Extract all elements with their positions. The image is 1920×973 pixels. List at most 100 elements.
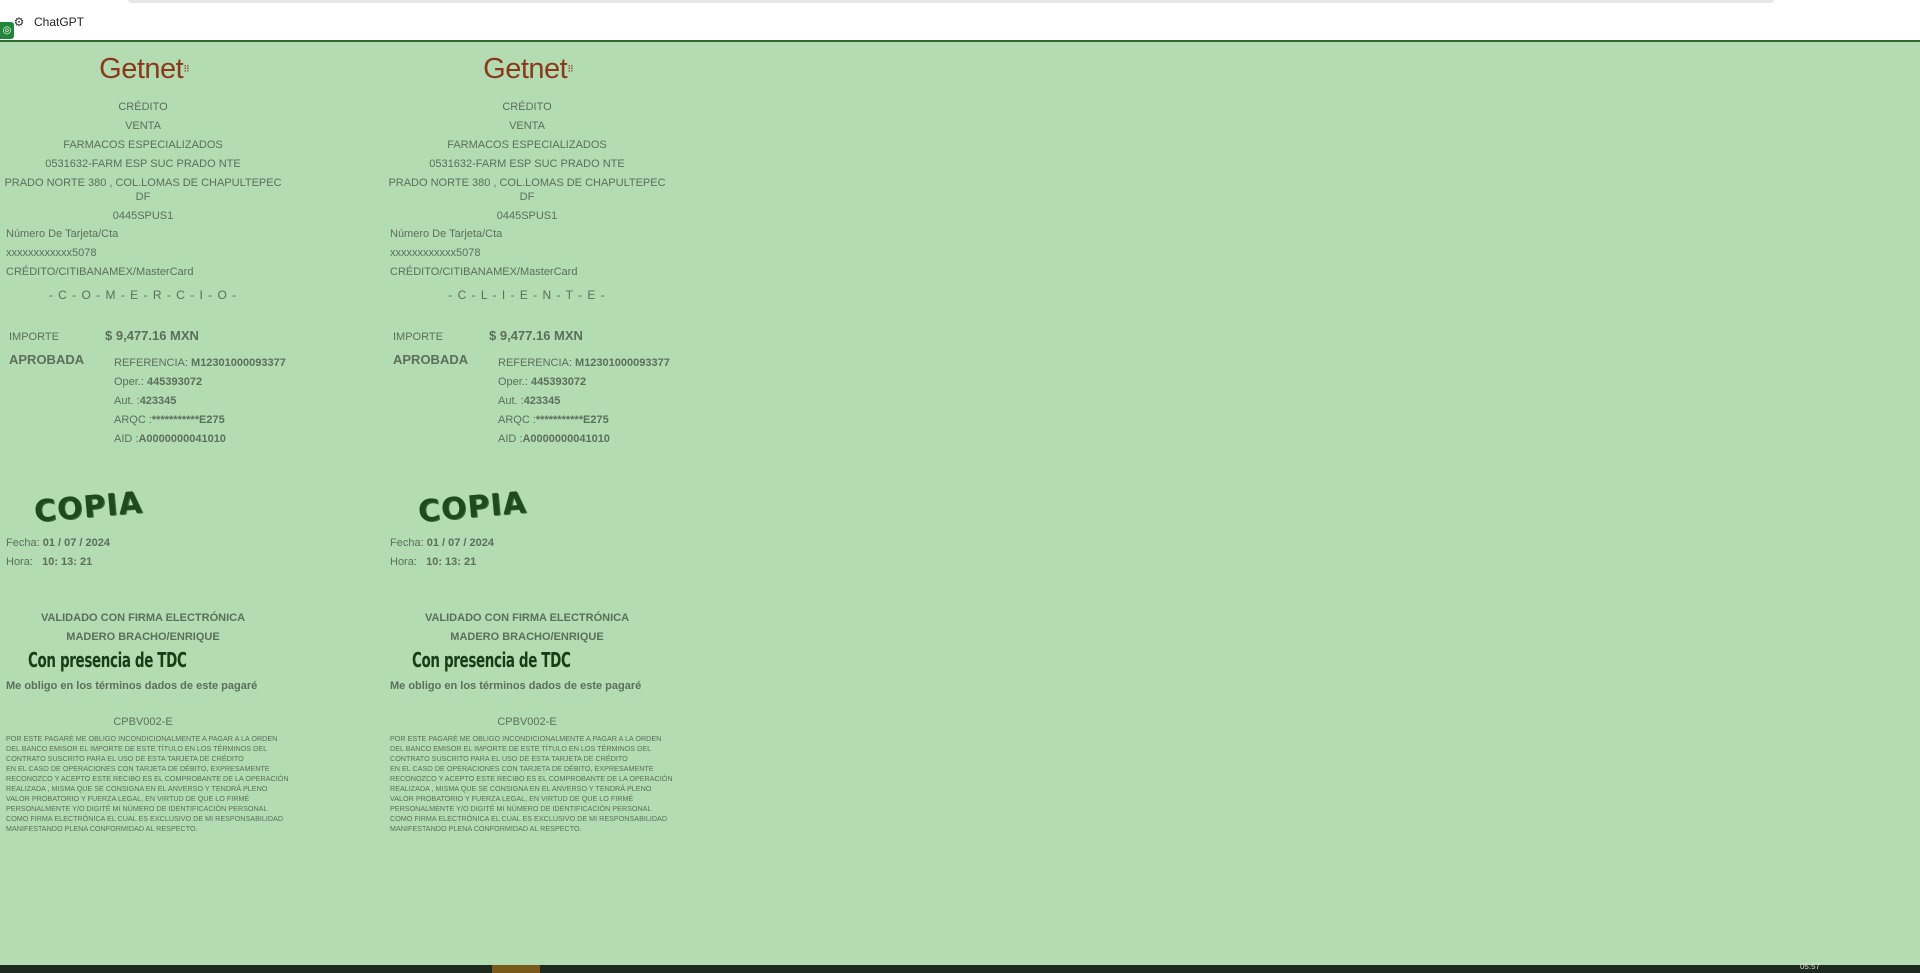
legal-line: PERSONALMENTE Y/O DIGITÉ MI NÚMERO DE ID… (6, 804, 268, 813)
legal-text: POR ESTE PAGARÉ ME OBLIGO INCONDICIONALM… (6, 734, 306, 834)
address-bar[interactable] (128, 0, 1774, 3)
copia-stamp: COPIA (32, 485, 145, 530)
card-credit-type: CRÉDITO (118, 101, 168, 113)
approval-status: APROBADA (9, 352, 85, 367)
form-code: CPBV002-E (497, 716, 557, 728)
legal-line: VALOR PROBATORIO Y FUERZA LEGAL, EN VIRT… (390, 794, 634, 803)
green-extension-icon[interactable]: ◎ (0, 22, 14, 39)
arqc-value: ***********E275 (151, 414, 225, 426)
electronic-signature-note: VALIDADO CON FIRMA ELECTRÓNICA (40, 612, 246, 624)
getnet-logo: Getnet⠿ (483, 53, 575, 85)
card-present-stamp: Con presencia de TDC (28, 648, 187, 672)
aid-line: AID :A0000000041010 (114, 433, 226, 445)
reference-value: M12301000093377 (575, 357, 670, 369)
legal-line: MANIFESTANDO PLENA CONFORMIDAD AL RESPEC… (6, 824, 198, 833)
legal-line: POR ESTE PAGARÉ ME OBLIGO INCONDICIONALM… (390, 734, 662, 743)
reference-line: REFERENCIA: M12301000093377 (498, 357, 670, 369)
taskbar-active-app[interactable] (492, 965, 540, 973)
aut-label: Aut. : (114, 395, 140, 407)
document-viewer: Getnet⠿ CRÉDITO VENTA FARMACOS ESPECIALI… (0, 40, 1920, 967)
taskbar-clock[interactable]: 05:57 (1800, 962, 1820, 971)
time-line: Hora: 10: 13: 21 (390, 556, 476, 568)
card-number: xxxxxxxxxxxx5078 (390, 247, 481, 259)
cardholder-name: MADERO BRACHO/ENRIQUE (450, 631, 604, 643)
reference-line: REFERENCIA: M12301000093377 (114, 357, 286, 369)
approval-status: APROBADA (393, 352, 469, 367)
tab-title[interactable]: ChatGPT (34, 15, 84, 29)
date-line: Fecha: 01 / 07 / 2024 (6, 537, 110, 549)
merchant-name: FARMACOS ESPECIALIZADOS (447, 139, 607, 151)
merchant-address: PRADO NORTE 380 , COL.LOMAS DE CHAPULTEP… (4, 177, 282, 189)
obligation-note: Me obligo en los términos dados de este … (6, 680, 258, 692)
reference-label: REFERENCIA: (114, 357, 188, 369)
card-credit-type: CRÉDITO (502, 101, 552, 113)
aut-value: 423345 (523, 395, 561, 407)
merchant-address: PRADO NORTE 380 , COL.LOMAS DE CHAPULTEP… (388, 177, 666, 189)
arqc-line: ARQC :***********E275 (498, 414, 609, 426)
legal-line: POR ESTE PAGARÉ ME OBLIGO INCONDICIONALM… (6, 734, 278, 743)
legal-line: EN EL CASO DE OPERACIONES CON TARJETA DE… (390, 764, 654, 773)
date-value: 01 / 07 / 2024 (42, 537, 110, 549)
aut-value: 423345 (139, 395, 177, 407)
copia-stamp: COPIA (416, 485, 529, 530)
legal-line: CONTRATO SUSCRITO PARA EL USO DE ESTA TA… (6, 754, 244, 763)
oper-label: Oper.: (498, 376, 528, 388)
browser-tab-bar: ⚙ ChatGPT (0, 0, 1920, 41)
arqc-label: ARQC : (498, 414, 536, 426)
arqc-line: ARQC :***********E275 (114, 414, 225, 426)
getnet-logo: Getnet⠿ (99, 53, 191, 85)
time-value: 10: 13: 21 (426, 556, 477, 568)
aut-label: Aut. : (498, 395, 524, 407)
date-label: Fecha: (390, 537, 424, 549)
legal-line: CONTRATO SUSCRITO PARA EL USO DE ESTA TA… (390, 754, 628, 763)
legal-line: RECONOZCO Y ACEPTO ESTE RECIBO ES EL COM… (6, 774, 289, 783)
obligation-note: Me obligo en los términos dados de este … (390, 680, 642, 692)
terminal-id: 0445SPUS1 (496, 210, 558, 222)
oper-line: Oper.: 445393072 (114, 376, 202, 388)
aid-label: AID : (498, 433, 523, 445)
copy-recipient: - C - L - I - E - N - T - E - (448, 288, 606, 302)
aut-line: Aut. :423345 (498, 395, 560, 407)
legal-line: COMO FIRMA ELECTRÓNICA EL CUAL ES EXCLUS… (390, 814, 668, 823)
amount-label: IMPORTE (393, 331, 443, 343)
taskbar: 05:57 (0, 962, 1920, 973)
legal-line: EN EL CASO DE OPERACIONES CON TARJETA DE… (6, 764, 270, 773)
operation-type: VENTA (125, 120, 161, 132)
merchant-branch: 0531632-FARM ESP SUC PRADO NTE (45, 158, 241, 170)
oper-value: 445393072 (147, 376, 203, 388)
cardholder-name: MADERO BRACHO/ENRIQUE (66, 631, 220, 643)
operation-type: VENTA (509, 120, 545, 132)
amount-value: $ 9,477.16 MXN (489, 328, 583, 343)
arqc-label: ARQC : (114, 414, 152, 426)
arqc-value: ***********E275 (535, 414, 609, 426)
oper-line: Oper.: 445393072 (498, 376, 586, 388)
electronic-signature-note: VALIDADO CON FIRMA ELECTRÓNICA (424, 612, 630, 624)
aid-label: AID : (114, 433, 139, 445)
legal-line: DEL BANCO EMISOR EL IMPORTE DE ESTE TÍTU… (6, 744, 268, 753)
legal-text: POR ESTE PAGARÉ ME OBLIGO INCONDICIONALM… (390, 734, 690, 834)
gear-icon[interactable]: ⚙ (12, 15, 26, 29)
card-brand: CRÉDITO/CITIBANAMEX/MasterCard (6, 266, 194, 278)
merchant-name: FARMACOS ESPECIALIZADOS (63, 139, 223, 151)
form-code: CPBV002-E (113, 716, 173, 728)
aid-value: A0000000041010 (522, 433, 610, 445)
card-number: xxxxxxxxxxxx5078 (6, 247, 97, 259)
card-brand: CRÉDITO/CITIBANAMEX/MasterCard (390, 266, 578, 278)
legal-line: DEL BANCO EMISOR EL IMPORTE DE ESTE TÍTU… (390, 744, 652, 753)
amount-label: IMPORTE (9, 331, 59, 343)
time-line: Hora: 10: 13: 21 (6, 556, 92, 568)
reference-value: M12301000093377 (191, 357, 286, 369)
legal-line: MANIFESTANDO PLENA CONFORMIDAD AL RESPEC… (390, 824, 582, 833)
copy-recipient: - C - O - M - E - R - C - I - O - (48, 288, 238, 302)
time-label: Hora: (6, 556, 33, 568)
merchant-state: DF (519, 191, 535, 203)
oper-value: 445393072 (531, 376, 587, 388)
terminal-id: 0445SPUS1 (112, 210, 174, 222)
receipt-cliente: Getnet⠿ CRÉDITO VENTA FARMACOS ESPECIALI… (384, 52, 674, 833)
amount-value: $ 9,477.16 MXN (105, 328, 199, 343)
legal-line: REALIZADA , MISMA QUE SE CONSIGNA EN EL … (390, 784, 652, 793)
legal-line: COMO FIRMA ELECTRÓNICA EL CUAL ES EXCLUS… (6, 814, 284, 823)
aut-line: Aut. :423345 (114, 395, 176, 407)
receipt-comercio: Getnet⠿ CRÉDITO VENTA FARMACOS ESPECIALI… (0, 52, 290, 833)
legal-line: PERSONALMENTE Y/O DIGITÉ MI NÚMERO DE ID… (390, 804, 652, 813)
